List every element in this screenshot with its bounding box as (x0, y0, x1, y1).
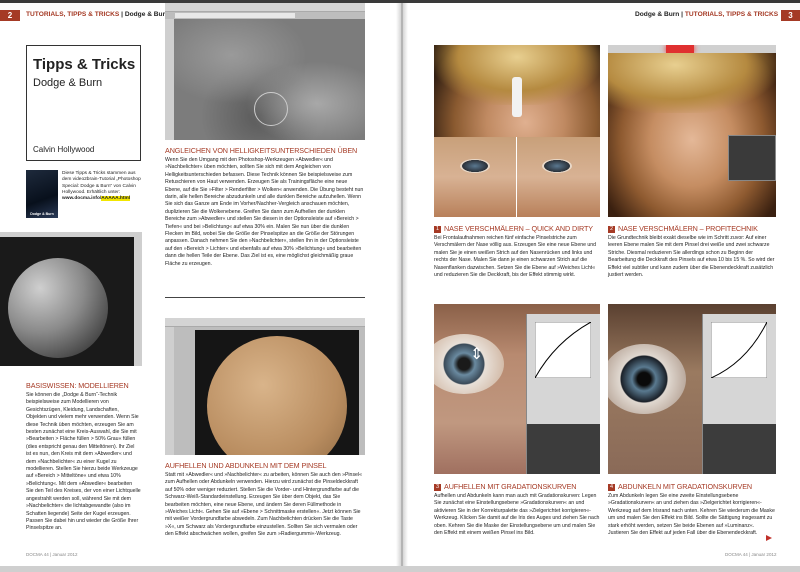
section-heading: AUFHELLEN UND ABDUNKELN MIT DEM PINSEL (165, 461, 327, 470)
header-section: TUTORIALS, TIPPS & TRICKS (26, 11, 120, 18)
photoshop-clouds-screenshot (165, 3, 365, 140)
title-box: Tipps & Tricks Dodge & Burn Calvin Holly… (26, 45, 141, 161)
step-heading: 1 NASE VERSCHMÄLERN – QUICK AND DIRTY (434, 224, 593, 233)
options-bar (0, 232, 142, 237)
options-bar (165, 3, 365, 12)
toolbox (134, 237, 142, 366)
hair (608, 53, 776, 113)
toolbox (165, 19, 174, 140)
page-gutter (396, 3, 408, 566)
step-body: Bei Frontalaufnahmen reichen fünf einfac… (434, 235, 597, 279)
layers-panel (728, 135, 776, 181)
video-cover-image: Dodge & Burn (26, 170, 58, 218)
targeted-adjustment-icon: ⇕ (470, 346, 484, 363)
title: Tipps & Tricks (33, 56, 136, 73)
step-body: Die Grundtechnik bleibt exakt dieselbe w… (608, 235, 775, 279)
page-number: 2 (0, 10, 20, 21)
step-body: Aufhellen und Abdunkeln kann man auch mi… (434, 493, 600, 537)
toolbox (165, 327, 174, 455)
section-body: Statt mit »Abwedler« und »Nachbelichter«… (165, 472, 362, 538)
step-heading: 4 ABDUNKELN MIT GRADATIONSKURVEN (608, 482, 752, 491)
subtitle: Dodge & Burn (33, 77, 103, 89)
eye (542, 159, 572, 173)
eyes-closeup (434, 137, 600, 217)
eye (608, 344, 686, 414)
section-heading: ANGLEICHEN VON HELLIGKEITSUNTERSCHIEDEN … (165, 146, 358, 155)
page-header: TUTORIALS, TIPPS & TRICKS | Dodge & Burn (26, 11, 169, 18)
curves-panel (526, 314, 600, 474)
skin-sphere (207, 336, 347, 455)
options-bar (608, 45, 776, 53)
gray-sphere (8, 258, 108, 358)
divider (165, 297, 365, 298)
header-topic: Dodge & Burn (635, 11, 680, 18)
promo-link[interactable]: www.docma.info/AAAAA.html (62, 196, 131, 202)
nose-photo-1 (434, 45, 600, 217)
layers-panel (527, 424, 600, 474)
page-footer: DOCMA 44 | Januar 2012 (725, 552, 777, 557)
opacity-highlight (666, 45, 694, 53)
curves-graph (711, 322, 767, 378)
canvas (195, 330, 359, 455)
white-stroke (512, 77, 522, 117)
eye-photo-4 (608, 304, 776, 474)
cover-label: Dodge & Burn (30, 212, 54, 216)
bottom-bar (0, 566, 800, 572)
document-tab (175, 13, 295, 18)
eye-photo-3: ⇕ (434, 304, 600, 474)
header-separator: | (121, 11, 123, 18)
promo-text: Diese Tipps & Tricks stammen aus dem vid… (62, 171, 141, 202)
step-heading: 2 NASE VERSCHMÄLERN – PROFITECHNIK (608, 224, 758, 233)
section-body: Wenn Sie den Umgang mit den Photoshop-We… (165, 157, 364, 267)
author: Calvin Hollywood (33, 145, 95, 154)
header-separator: | (681, 11, 684, 18)
split-line (516, 137, 517, 217)
brush-cursor-icon (254, 92, 288, 126)
step-heading: 3 AUFHELLEN MIT GRADATIONSKURVEN (434, 482, 576, 491)
eye (434, 334, 504, 394)
step-body: Zum Abdunkeln legen Sie eine zweite Eins… (608, 493, 775, 537)
options-bar (165, 318, 365, 327)
page-number: 3 (781, 10, 800, 21)
header-topic: Dodge & Burn (124, 11, 170, 18)
continue-arrow-icon (766, 535, 772, 541)
sphere-screenshot (0, 232, 142, 366)
photoshop-sphere-screenshot (165, 318, 365, 455)
nose-photo-2 (608, 45, 776, 217)
section-heading: BASISWISSEN: MODELLIEREN (26, 381, 129, 390)
curves-graph (535, 322, 591, 378)
clouds-canvas (174, 19, 365, 140)
header-section: TUTORIALS, TIPPS & TRICKS (684, 11, 779, 18)
layers-panel (703, 424, 776, 474)
curves-panel (702, 314, 776, 474)
section-body: Sie können die „Dodge & Burn“-Technik be… (26, 392, 141, 532)
page-footer: DOCMA 44 | Januar 2012 (26, 552, 78, 557)
eye (460, 159, 490, 173)
page-header: Dodge & Burn | TUTORIALS, TIPPS & TRICKS (635, 11, 778, 18)
